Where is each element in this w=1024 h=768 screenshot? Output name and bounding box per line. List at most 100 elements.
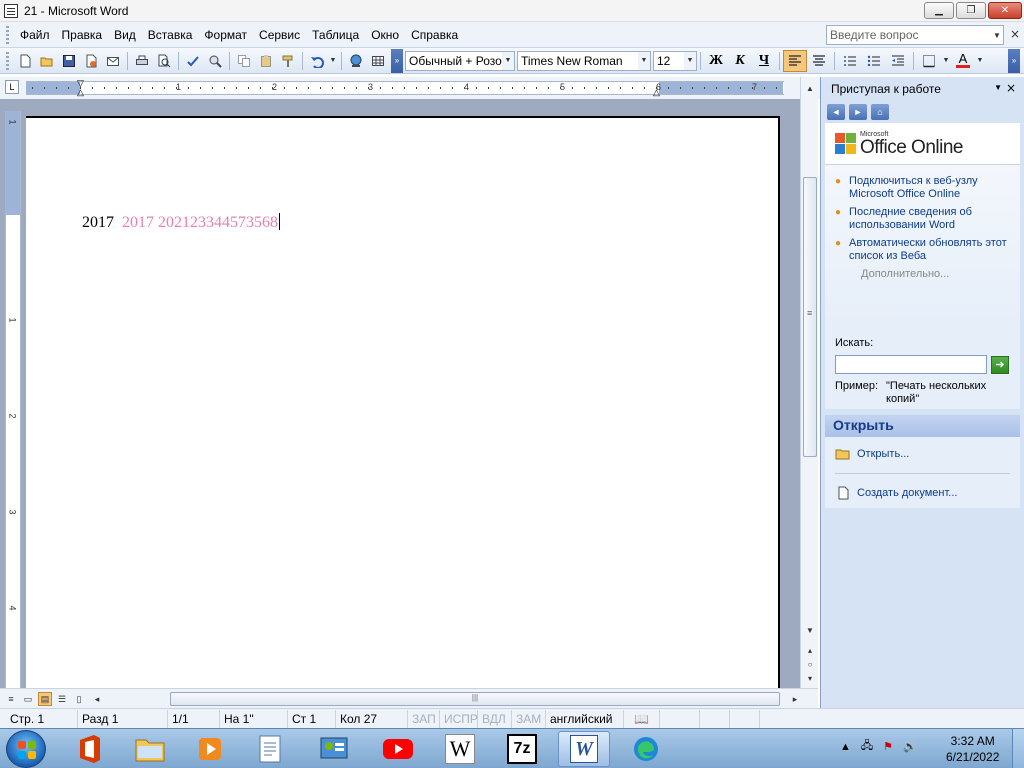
- close-document-button[interactable]: ×: [1010, 27, 1020, 41]
- scroll-left-icon[interactable]: ◂: [90, 692, 104, 706]
- align-center-button[interactable]: [807, 50, 831, 72]
- insert-hyperlink-button[interactable]: [345, 50, 367, 72]
- clock[interactable]: 3:32 AM 6/21/2022: [946, 733, 999, 765]
- menu-help[interactable]: Справка: [405, 26, 464, 44]
- style-combo[interactable]: Обычный + Розо ▼: [405, 50, 515, 71]
- task-pane-close-icon[interactable]: ×: [1006, 81, 1016, 95]
- toolbar-options-icon[interactable]: »: [1008, 48, 1020, 73]
- status-track-changes[interactable]: ИСПР: [440, 709, 478, 728]
- link-more[interactable]: Дополнительно...: [835, 268, 1012, 280]
- task-pane-dropdown-icon[interactable]: ▼: [994, 83, 1002, 92]
- volume-icon[interactable]: 🔊: [903, 740, 917, 753]
- horizontal-ruler[interactable]: 1 2 3 4 5 6 7 ▽ △ △: [26, 78, 784, 97]
- status-overtype[interactable]: ЗАМ: [512, 709, 546, 728]
- toolbar-options-icon[interactable]: »: [391, 48, 403, 73]
- font-size-dropdown-icon[interactable]: ▼: [684, 51, 696, 70]
- open-button[interactable]: [36, 50, 58, 72]
- document-text[interactable]: 2017 2017 202123344573568: [82, 213, 280, 232]
- menu-insert[interactable]: Вставка: [142, 26, 199, 44]
- save-button[interactable]: [58, 50, 80, 72]
- undo-dropdown-button[interactable]: ▼: [328, 50, 338, 72]
- tables-borders-button[interactable]: [367, 50, 389, 72]
- menu-table[interactable]: Таблица: [306, 26, 365, 44]
- home-icon[interactable]: ⌂: [871, 104, 889, 120]
- numbering-button[interactable]: [838, 50, 862, 72]
- close-button[interactable]: ✕: [988, 2, 1022, 19]
- network-icon[interactable]: 🖧: [861, 737, 873, 756]
- maximize-button[interactable]: ❐: [956, 2, 986, 19]
- link-auto-update[interactable]: ● Автоматически обновлять этот список из …: [835, 237, 1012, 263]
- taskbar-text-document-icon[interactable]: [244, 731, 296, 767]
- tab-selector[interactable]: L: [5, 80, 19, 94]
- research-button[interactable]: [204, 50, 226, 72]
- vertical-scrollbar[interactable]: ▲ ▼ ▴ ○ ▾: [800, 77, 818, 688]
- italic-button[interactable]: К: [728, 50, 752, 72]
- taskbar-office-icon[interactable]: [64, 731, 116, 767]
- spelling-button[interactable]: [182, 50, 204, 72]
- taskbar-wikipedia-icon[interactable]: W: [434, 731, 486, 767]
- font-dropdown-icon[interactable]: ▼: [638, 51, 650, 70]
- ask-question-dropdown-icon[interactable]: ▼: [990, 25, 1004, 45]
- permission-button[interactable]: [80, 50, 102, 72]
- taskbar-control-panel-icon[interactable]: [308, 731, 360, 767]
- link-latest-news[interactable]: ● Последние сведения об использовании Wor…: [835, 206, 1012, 232]
- menu-edit[interactable]: Правка: [56, 26, 109, 44]
- format-painter-button[interactable]: [277, 50, 299, 72]
- ask-question-input[interactable]: Введите вопрос: [826, 25, 1004, 45]
- print-layout-view-icon[interactable]: ▤: [38, 692, 52, 706]
- font-size-combo[interactable]: 12 ▼: [653, 50, 697, 71]
- web-view-icon[interactable]: ▭: [21, 692, 35, 706]
- undo-button[interactable]: [306, 50, 328, 72]
- menu-view[interactable]: Вид: [108, 26, 142, 44]
- font-color-button[interactable]: А: [951, 50, 975, 72]
- email-button[interactable]: [102, 50, 124, 72]
- reading-view-icon[interactable]: ▯: [72, 692, 86, 706]
- new-document-button[interactable]: [14, 50, 36, 72]
- horizontal-scroll-thumb[interactable]: |||: [170, 692, 780, 706]
- next-page-icon[interactable]: ▾: [803, 671, 817, 685]
- style-dropdown-icon[interactable]: ▼: [502, 51, 514, 70]
- back-icon[interactable]: ◄: [827, 104, 845, 120]
- status-language[interactable]: английский: [546, 709, 624, 728]
- vertical-ruler[interactable]: 1 1 2 3 4: [5, 111, 21, 688]
- menu-file[interactable]: Файл: [14, 26, 56, 44]
- print-button[interactable]: [131, 50, 153, 72]
- normal-view-icon[interactable]: ≡: [4, 692, 18, 706]
- borders-dropdown-button[interactable]: ▼: [941, 50, 951, 72]
- borders-button[interactable]: [917, 50, 941, 72]
- status-record-macro[interactable]: ЗАП: [408, 709, 440, 728]
- bold-button[interactable]: Ж: [704, 50, 728, 72]
- taskbar-word-icon[interactable]: W: [558, 731, 610, 767]
- align-left-button[interactable]: [783, 49, 807, 72]
- show-hidden-icons-icon[interactable]: ▲: [840, 741, 851, 753]
- paste-button[interactable]: [255, 50, 277, 72]
- scroll-right-icon[interactable]: ▸: [788, 692, 802, 706]
- minimize-button[interactable]: ▁: [924, 2, 954, 19]
- vertical-scroll-thumb[interactable]: [803, 177, 817, 457]
- taskbar-explorer-icon[interactable]: [124, 731, 176, 767]
- status-extend-selection[interactable]: ВДЛ: [478, 709, 512, 728]
- taskbar-7zip-icon[interactable]: 7z: [496, 731, 548, 767]
- menu-tools[interactable]: Сервис: [253, 26, 306, 44]
- start-button[interactable]: [6, 730, 46, 768]
- document-page[interactable]: 2017 2017 202123344573568: [26, 116, 780, 696]
- forward-icon[interactable]: ►: [849, 104, 867, 120]
- print-preview-button[interactable]: [153, 50, 175, 72]
- spelling-status-icon[interactable]: 📖: [624, 709, 660, 728]
- action-center-icon[interactable]: ⚑: [883, 740, 893, 753]
- show-desktop-button[interactable]: [1012, 729, 1024, 768]
- scroll-down-icon[interactable]: ▼: [803, 623, 817, 637]
- toolbar-grip-handle[interactable]: [6, 51, 9, 70]
- copy-button[interactable]: [233, 50, 255, 72]
- underline-button[interactable]: Ч: [752, 50, 776, 72]
- link-connect-online[interactable]: ● Подключиться к веб-узлу Microsoft Offic…: [835, 175, 1012, 201]
- scroll-up-icon[interactable]: ▲: [803, 81, 817, 95]
- outline-view-icon[interactable]: ☰: [55, 692, 69, 706]
- decrease-indent-button[interactable]: [886, 50, 910, 72]
- select-browse-object-icon[interactable]: ○: [803, 657, 817, 671]
- taskbar-youtube-icon[interactable]: [372, 731, 424, 767]
- search-go-arrow-icon[interactable]: ➜: [991, 355, 1009, 374]
- font-color-dropdown-button[interactable]: ▼: [975, 50, 985, 72]
- menu-grip-handle[interactable]: [6, 25, 9, 44]
- open-document-link[interactable]: Открыть...: [835, 445, 1010, 463]
